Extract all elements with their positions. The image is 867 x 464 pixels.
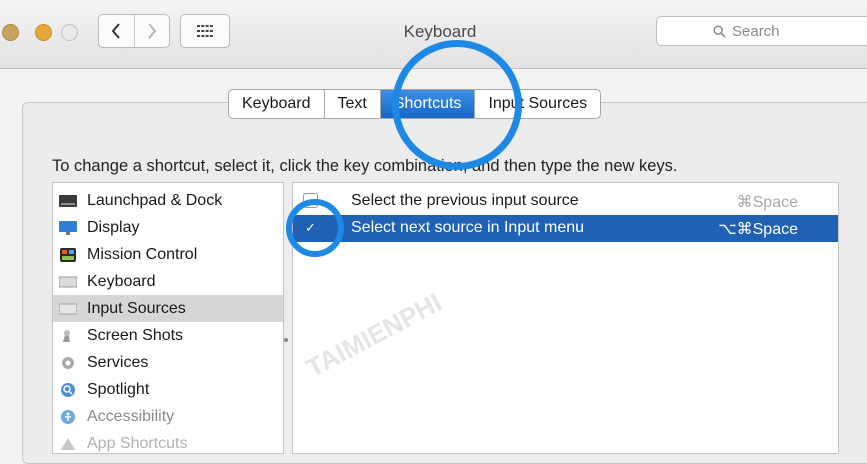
search-field[interactable]: Search xyxy=(656,16,867,46)
shortcut-row-previous-source[interactable]: Select the previous input source ⌘Space xyxy=(293,188,838,215)
tab-keyboard[interactable]: Keyboard xyxy=(229,90,323,118)
search-icon xyxy=(713,25,726,38)
category-mission-control[interactable]: Mission Control xyxy=(53,241,283,268)
category-app-shortcuts[interactable]: App Shortcuts xyxy=(53,430,283,453)
zoom-window-button[interactable] xyxy=(61,24,78,41)
shortcut-label: Select next source in Input menu xyxy=(351,219,585,236)
forward-button[interactable] xyxy=(133,15,170,47)
category-label: Launchpad & Dock xyxy=(87,191,223,209)
category-label: Accessibility xyxy=(87,407,175,425)
chevron-right-icon xyxy=(147,23,157,39)
shortcut-key-combo[interactable]: ⌘Space xyxy=(737,192,798,212)
category-screen-shots[interactable]: Screen Shots xyxy=(53,322,283,349)
services-gear-icon xyxy=(59,356,77,370)
category-keyboard[interactable]: Keyboard xyxy=(53,268,283,295)
search-placeholder: Search xyxy=(732,23,780,40)
keyboard-icon xyxy=(59,275,77,289)
category-label: Keyboard xyxy=(87,272,156,290)
split-view-divider[interactable] xyxy=(284,338,288,342)
launchpad-dock-icon xyxy=(59,194,77,208)
category-display[interactable]: Display xyxy=(53,214,283,241)
instruction-text: To change a shortcut, select it, click t… xyxy=(52,157,678,175)
category-list: Launchpad & Dock Display Mission Control… xyxy=(52,182,284,454)
category-input-sources[interactable]: Input Sources xyxy=(53,295,283,322)
highlight-circle-checkbox xyxy=(286,199,344,257)
category-label: Display xyxy=(87,218,140,236)
window-title: Keyboard xyxy=(403,22,477,41)
category-label: Screen Shots xyxy=(87,326,184,344)
shortcut-label: Select the previous input source xyxy=(351,192,579,209)
category-label: Mission Control xyxy=(87,245,198,263)
shortcut-row-next-source[interactable]: ✓ Select next source in Input menu ⌥⌘Spa… xyxy=(293,215,838,242)
input-sources-icon xyxy=(59,302,77,316)
chevron-left-icon xyxy=(111,23,121,39)
category-services[interactable]: Services xyxy=(53,349,283,376)
highlight-circle-shortcuts-tab xyxy=(392,40,522,170)
show-all-button[interactable] xyxy=(180,14,230,48)
accessibility-icon xyxy=(59,409,77,424)
screen-shots-icon xyxy=(59,329,77,343)
category-spotlight[interactable]: Spotlight xyxy=(53,376,283,403)
tab-text[interactable]: Text xyxy=(323,90,380,118)
spotlight-icon xyxy=(59,382,77,397)
category-launchpad-dock[interactable]: Launchpad & Dock xyxy=(53,187,283,214)
app-shortcuts-icon xyxy=(59,437,77,451)
category-label: Services xyxy=(87,353,149,371)
category-label: Spotlight xyxy=(87,380,150,398)
display-icon xyxy=(59,220,77,235)
back-button[interactable] xyxy=(99,15,134,47)
category-label: App Shortcuts xyxy=(87,434,188,452)
close-window-button[interactable] xyxy=(2,24,19,41)
mission-control-icon xyxy=(59,247,77,262)
shortcut-key-combo[interactable]: ⌥⌘Space xyxy=(718,219,798,239)
grid-icon xyxy=(197,25,213,37)
category-accessibility[interactable]: Accessibility xyxy=(53,403,283,430)
category-label: Input Sources xyxy=(87,299,186,317)
minimize-window-button[interactable] xyxy=(35,24,52,41)
back-forward-group xyxy=(98,14,170,48)
